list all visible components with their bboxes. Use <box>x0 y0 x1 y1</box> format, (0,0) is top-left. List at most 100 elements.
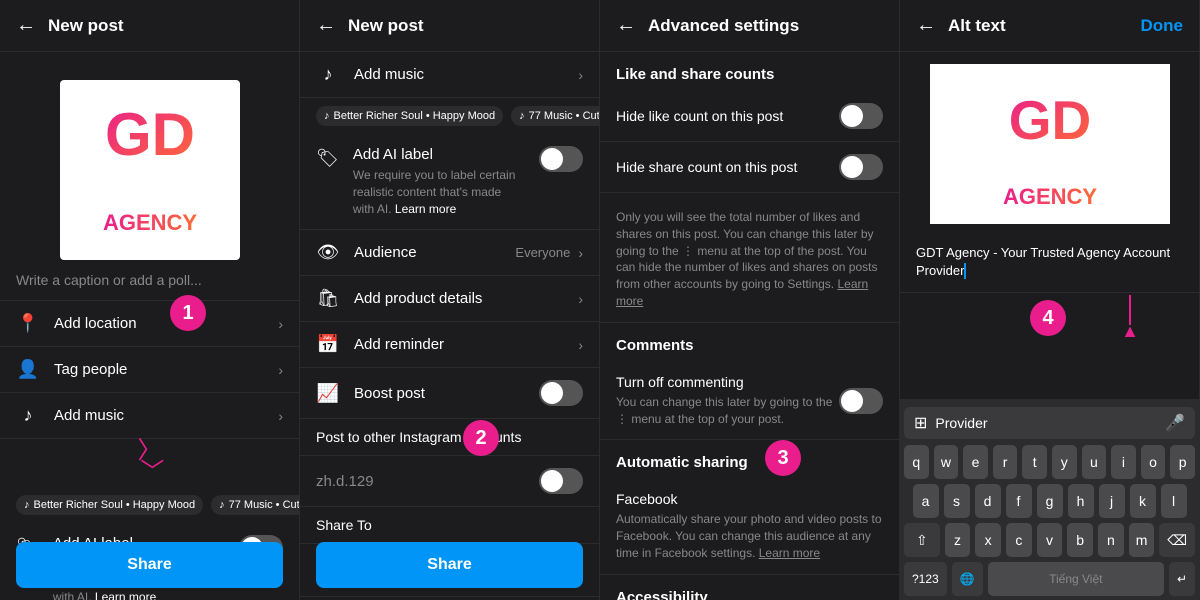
key-a[interactable]: a <box>913 484 939 518</box>
accessibility-section-label: Accessibility <box>600 575 899 600</box>
hide-like-toggle[interactable] <box>839 103 883 129</box>
done-button[interactable]: Done <box>1141 16 1184 36</box>
kb-grid-icon: ⊞ <box>914 413 927 433</box>
audience-icon-2: 👁 <box>316 242 340 263</box>
key-t[interactable]: t <box>1022 445 1047 479</box>
music-tag-1[interactable]: ♪ Better Richer Soul • Happy Mood <box>16 495 203 515</box>
ai-label-section-2: 🏷 Add AI label We require you to label c… <box>300 134 599 230</box>
music-tag-2[interactable]: ♪ 77 Music • Cute Opp... <box>211 495 299 515</box>
audience-item-2[interactable]: 👁 Audience Everyone › <box>300 230 599 276</box>
key-i[interactable]: i <box>1111 445 1136 479</box>
key-b[interactable]: b <box>1067 523 1093 557</box>
alt-text-field[interactable]: GDT Agency - Your Trusted Agency Account… <box>900 232 1199 293</box>
like-share-desc-row: Only you will see the total number of li… <box>600 193 899 323</box>
key-s[interactable]: s <box>944 484 970 518</box>
svg-text:GD: GD <box>105 101 195 168</box>
key-q[interactable]: q <box>904 445 929 479</box>
panel3-title: Advanced settings <box>648 16 799 36</box>
text-cursor <box>964 263 966 279</box>
key-w[interactable]: w <box>934 445 959 479</box>
learn-more-fb[interactable]: Learn more <box>759 546 820 560</box>
kb-row-2: a s d f g h j k l <box>904 484 1195 518</box>
music-tag-p2-2[interactable]: ♪ 77 Music • Cute Opp... <box>511 106 599 126</box>
key-globe[interactable]: 🌐 <box>952 562 983 596</box>
key-x[interactable]: x <box>975 523 1001 557</box>
key-u[interactable]: u <box>1082 445 1107 479</box>
key-h[interactable]: h <box>1068 484 1094 518</box>
panel2-scroll: ♪ Add music › ♪ Better Richer Soul • Hap… <box>300 52 599 600</box>
add-music-2[interactable]: ♪ Add music › <box>300 52 599 98</box>
share-button-1[interactable]: Share <box>16 542 283 588</box>
share-to-label: Share To <box>300 507 599 544</box>
panel3-header: ← Advanced settings <box>600 0 899 52</box>
chevron-icon: › <box>578 337 583 353</box>
boost-icon: 📈 <box>316 383 340 404</box>
add-location-item[interactable]: 📍 Add location › <box>0 301 299 347</box>
music-tag-icon: ♪ <box>219 499 225 511</box>
music-tag-icon: ♪ <box>24 499 30 511</box>
key-o[interactable]: o <box>1141 445 1166 479</box>
double-chevron: 〉 〉 <box>0 439 299 487</box>
key-r[interactable]: r <box>993 445 1018 479</box>
music-icon-2: ♪ <box>316 64 340 85</box>
svg-text:GD: GD <box>1008 89 1091 151</box>
ai-label-title-2: Add AI label <box>353 146 525 163</box>
back-arrow-4[interactable]: ← <box>916 14 936 37</box>
share-button-2[interactable]: Share <box>316 542 583 588</box>
kb-provider-label[interactable]: Provider <box>935 415 1157 431</box>
panel4-header: ← Alt text Done <box>900 0 1199 52</box>
key-backspace[interactable]: ⌫ <box>1159 523 1195 557</box>
boost-toggle[interactable] <box>539 380 583 406</box>
key-c[interactable]: c <box>1006 523 1032 557</box>
key-z[interactable]: z <box>945 523 971 557</box>
music-tag-p2-1[interactable]: ♪ Better Richer Soul • Happy Mood <box>316 106 503 126</box>
back-arrow-1[interactable]: ← <box>16 14 36 37</box>
kb-bottom-row: ?123 🌐 Tiếng Việt ↵ <box>904 562 1195 596</box>
back-arrow-2[interactable]: ← <box>316 14 336 37</box>
ai-learn-more[interactable]: Learn more <box>95 590 156 600</box>
account-toggle[interactable] <box>539 468 583 494</box>
key-k[interactable]: k <box>1130 484 1156 518</box>
key-l[interactable]: l <box>1161 484 1187 518</box>
add-product-item[interactable]: 🛍 Add product details › <box>300 276 599 322</box>
tag-people-item[interactable]: 👤 Tag people › <box>0 347 299 393</box>
hide-share-toggle[interactable] <box>839 154 883 180</box>
key-y[interactable]: y <box>1052 445 1077 479</box>
key-n[interactable]: n <box>1098 523 1124 557</box>
ai-toggle-2[interactable] <box>539 146 583 172</box>
key-space[interactable]: Tiếng Việt <box>988 562 1164 596</box>
learn-more-link[interactable]: Learn more <box>395 202 456 216</box>
key-g[interactable]: g <box>1037 484 1063 518</box>
alt-text-value: GDT Agency - Your Trusted Agency Account… <box>916 245 1170 278</box>
panel-new-post-1: ← New post GD AGENCY <box>0 0 300 600</box>
add-reminder-item[interactable]: 📅 Add reminder › <box>300 322 599 368</box>
boost-post-item[interactable]: 📈 Boost post <box>300 368 599 419</box>
reminder-icon: 📅 <box>316 334 340 355</box>
step-badge-3: 3 <box>765 440 801 476</box>
key-123[interactable]: ?123 <box>904 562 947 596</box>
chevron-icon: › <box>278 362 283 378</box>
panel1-title: New post <box>48 16 124 36</box>
key-v[interactable]: v <box>1037 523 1063 557</box>
key-d[interactable]: d <box>975 484 1001 518</box>
key-m[interactable]: m <box>1129 523 1155 557</box>
step-badge-2: 2 <box>463 420 499 456</box>
commenting-toggle[interactable] <box>839 388 883 414</box>
key-enter[interactable]: ↵ <box>1169 562 1195 596</box>
key-f[interactable]: f <box>1006 484 1032 518</box>
panel3-scroll: Like and share counts Hide like count on… <box>600 52 899 600</box>
key-e[interactable]: e <box>963 445 988 479</box>
hide-like-title: Hide like count on this post <box>616 108 839 124</box>
learn-more-3[interactable]: Learn more <box>616 277 868 308</box>
key-p[interactable]: p <box>1170 445 1195 479</box>
post-to-account[interactable]: zh.d.129 <box>300 456 599 507</box>
music-icon: ♪ <box>519 110 525 122</box>
caption-placeholder[interactable]: Write a caption or add a poll... <box>0 260 299 301</box>
add-music-item[interactable]: ♪ Add music › <box>0 393 299 439</box>
back-arrow-3[interactable]: ← <box>616 14 636 37</box>
music-icon: ♪ <box>16 405 40 426</box>
music-tags-2: ♪ Better Richer Soul • Happy Mood ♪ 77 M… <box>300 98 599 134</box>
turn-off-commenting-row: Turn off commenting You can change this … <box>600 362 899 441</box>
key-j[interactable]: j <box>1099 484 1125 518</box>
key-shift[interactable]: ⇧ <box>904 523 940 557</box>
